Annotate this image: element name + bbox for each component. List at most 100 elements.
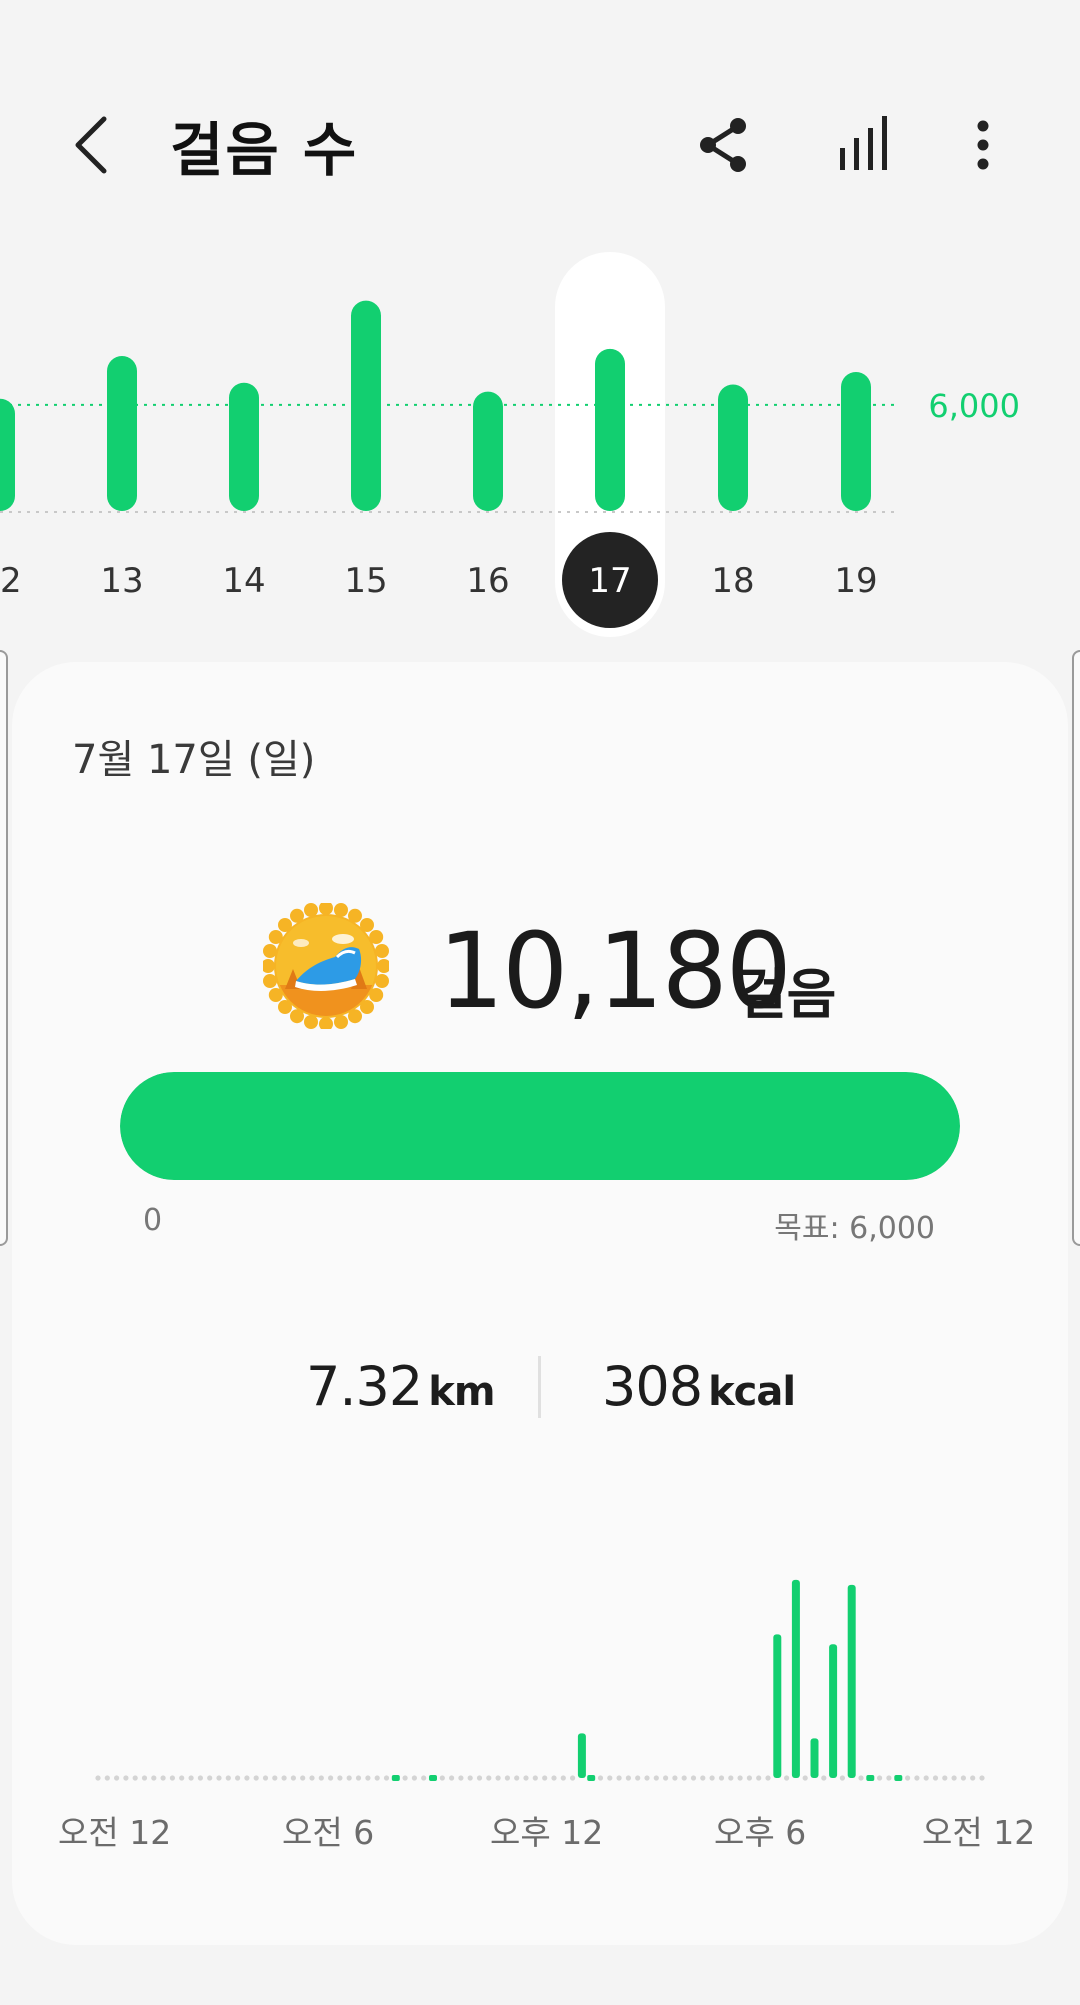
hour-slot-empty <box>411 1775 417 1781</box>
hour-slot-empty <box>421 1775 427 1781</box>
hour-slot-empty <box>877 1775 883 1781</box>
stat-divider <box>538 1356 541 1418</box>
hour-slot-empty <box>141 1775 148 1781</box>
calories-stat: 308 kcal <box>602 1355 796 1418</box>
hour-slot-empty <box>95 1775 101 1781</box>
more-options-button[interactable] <box>948 110 1018 180</box>
hour-bar <box>894 1775 903 1781</box>
goal-progress-fill <box>120 1072 960 1180</box>
hour-slot-empty <box>616 1775 622 1781</box>
hour-label-2: 오후 12 <box>490 1813 604 1852</box>
hour-slot-empty <box>318 1775 324 1781</box>
hour-bar <box>810 1738 819 1778</box>
hour-slot-empty <box>216 1775 222 1781</box>
hour-slot-empty <box>784 1775 790 1781</box>
day-label-16[interactable]: 16 <box>466 561 509 601</box>
calories-value: 308 <box>602 1355 703 1418</box>
hour-bar <box>791 1579 800 1778</box>
hour-slot-empty <box>486 1775 492 1781</box>
hour-slot-empty <box>309 1775 315 1781</box>
hour-slot-empty <box>300 1775 306 1781</box>
hour-slot-empty <box>439 1775 445 1781</box>
hour-slot-empty <box>560 1775 566 1781</box>
hour-slot-empty <box>532 1775 538 1781</box>
hour-slot-empty <box>337 1775 343 1781</box>
hour-slot-empty <box>905 1775 911 1781</box>
hour-slot-empty <box>942 1775 948 1781</box>
hour-slot-empty <box>960 1775 967 1781</box>
hour-slot-empty <box>746 1775 753 1781</box>
hour-slot-empty <box>709 1775 715 1781</box>
hour-bar <box>391 1775 400 1781</box>
hour-slot-empty <box>495 1775 501 1781</box>
hour-slot-empty <box>858 1775 864 1781</box>
hour-slot-empty <box>253 1775 259 1781</box>
hour-slot-empty <box>765 1775 771 1781</box>
day-label-19[interactable]: 19 <box>834 561 877 601</box>
back-chevron-icon <box>75 116 107 174</box>
hour-slot-empty <box>514 1775 520 1781</box>
distance-unit: km <box>428 1369 495 1415</box>
hour-slot-empty <box>570 1775 576 1781</box>
hour-slot-empty <box>886 1775 892 1781</box>
hour-slot-empty <box>114 1775 120 1781</box>
hour-slot-empty <box>821 1775 827 1781</box>
hour-slot-empty <box>467 1775 473 1781</box>
hour-slot-empty <box>663 1775 669 1781</box>
hour-slot-empty <box>169 1775 175 1781</box>
day-label-13[interactable]: 13 <box>100 561 143 601</box>
day-label-14[interactable]: 14 <box>222 561 265 601</box>
hour-slot-empty <box>718 1775 725 1781</box>
hour-slot-empty <box>123 1775 129 1781</box>
hour-slot-empty <box>542 1775 548 1781</box>
day-label-15[interactable]: 15 <box>344 561 387 601</box>
day-label-18[interactable]: 18 <box>711 561 754 601</box>
hour-slot-empty <box>672 1775 678 1781</box>
back-button[interactable] <box>62 105 122 185</box>
hour-slot-empty <box>179 1775 185 1781</box>
more-vertical-icon <box>977 120 989 170</box>
hour-slot-empty <box>607 1775 613 1781</box>
distance-stat: 7.32 km <box>306 1355 496 1418</box>
daily-steps-chart[interactable]: 6,000 12 13 14 15 16 17 18 19 <box>0 240 1080 640</box>
hour-slot-empty <box>402 1775 408 1781</box>
hour-slot-empty <box>476 1775 483 1781</box>
hour-bar <box>829 1644 838 1778</box>
hour-slot-empty <box>635 1775 641 1781</box>
calories-unit: kcal <box>708 1369 796 1415</box>
hour-label-0: 오전 12 <box>58 1813 172 1852</box>
share-button[interactable] <box>688 110 758 180</box>
hour-slot-empty <box>728 1775 734 1781</box>
hour-slot-empty <box>625 1775 632 1781</box>
next-day-card-edge[interactable] <box>1072 650 1080 1246</box>
hour-slot-empty <box>951 1775 957 1781</box>
trends-button[interactable] <box>830 110 900 180</box>
hour-slot-empty <box>160 1775 166 1781</box>
hour-slot-empty <box>644 1775 650 1781</box>
hour-slot-empty <box>272 1775 278 1781</box>
hour-slot-empty <box>802 1775 808 1781</box>
hour-slot-empty <box>355 1775 362 1781</box>
hour-slot-empty <box>383 1775 390 1781</box>
hour-slot-empty <box>923 1775 929 1781</box>
hour-slot-empty <box>197 1775 203 1781</box>
hour-slot-empty <box>207 1775 213 1781</box>
hour-slot-empty <box>979 1775 985 1781</box>
hour-slot-empty <box>914 1775 920 1781</box>
hour-slot-empty <box>225 1775 231 1781</box>
hour-slot-empty <box>188 1775 194 1781</box>
hour-slot-empty <box>970 1775 976 1781</box>
hour-slot-empty <box>504 1775 510 1781</box>
hour-slot-empty <box>374 1775 380 1781</box>
hour-slot-empty <box>328 1775 334 1781</box>
hour-label-1: 오전 6 <box>282 1813 375 1852</box>
hour-label-4: 오전 12 <box>922 1813 1036 1852</box>
hour-slot-empty <box>839 1775 846 1781</box>
hour-slot-empty <box>597 1775 604 1781</box>
day-label-17[interactable]: 17 <box>588 561 631 601</box>
day-label-12[interactable]: 12 <box>0 561 22 601</box>
hour-slot-empty <box>346 1775 352 1781</box>
hour-slot-empty <box>151 1775 157 1781</box>
previous-day-card-edge[interactable] <box>0 650 8 1246</box>
hour-slot-empty <box>244 1775 250 1781</box>
